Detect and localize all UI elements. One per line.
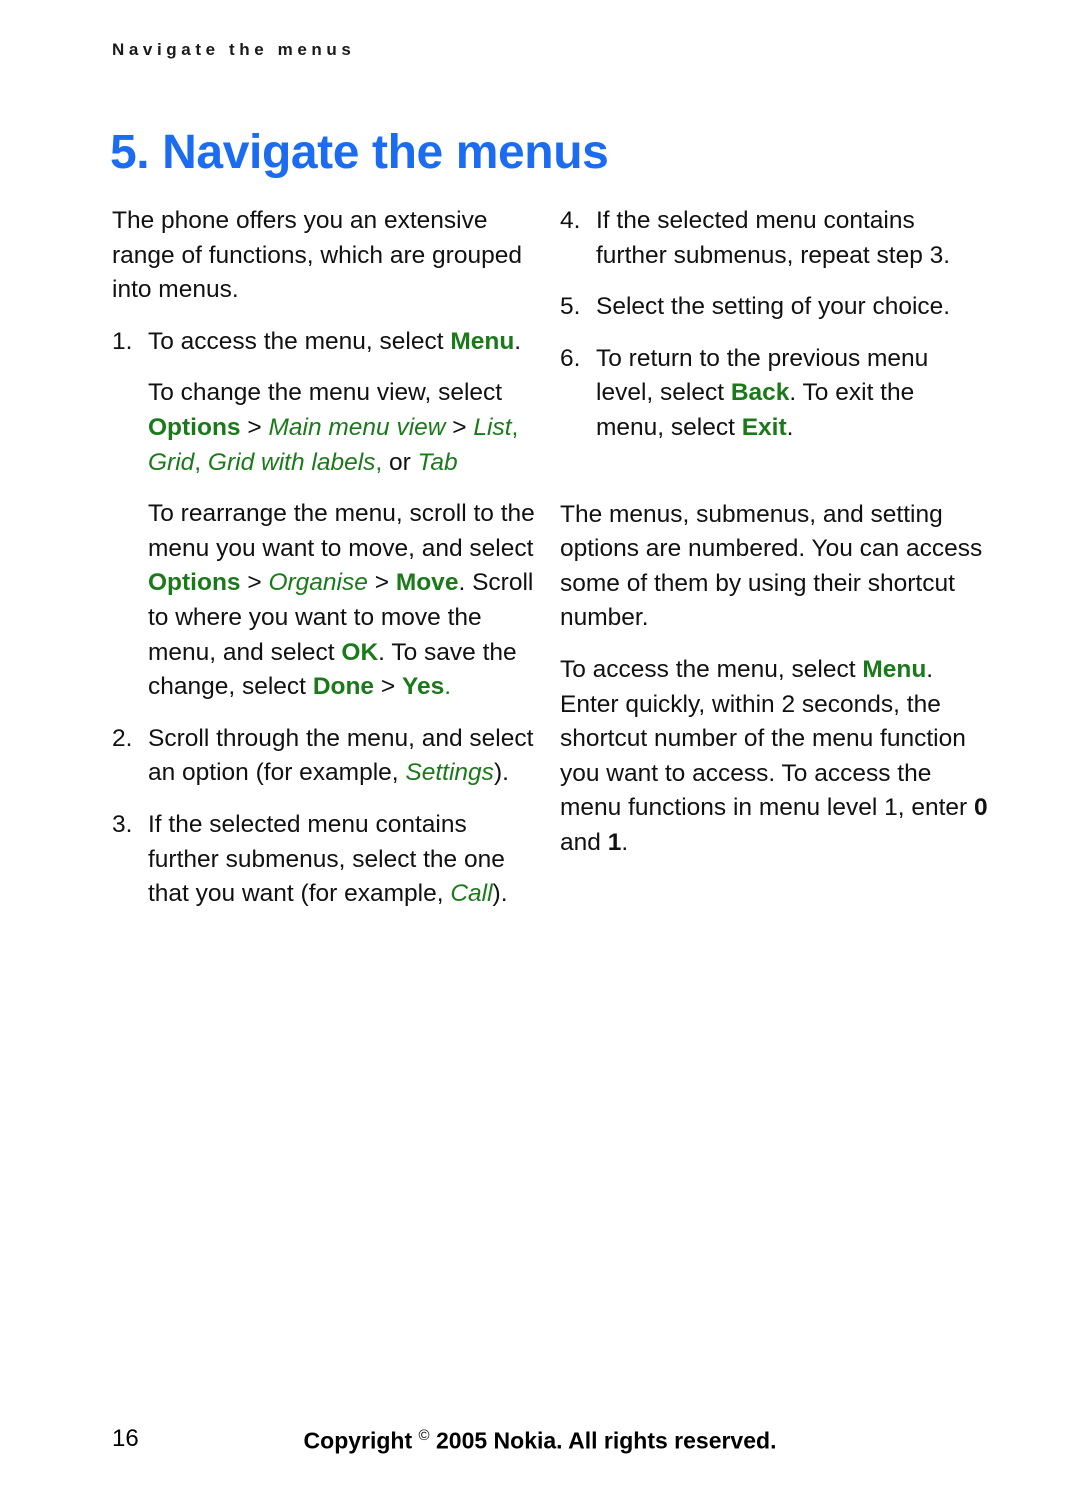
list-number: 1.: [112, 327, 133, 355]
shortcut-and: and: [560, 828, 608, 856]
emphasis-main-menu-view: Main menu view: [268, 413, 446, 441]
step-3-post: ).: [492, 880, 508, 908]
emphasis-grid-with-labels: Grid with labels: [207, 448, 376, 476]
intro-paragraph: The phone offers you an extensive range …: [112, 207, 522, 304]
step-1-text-post: .: [514, 327, 522, 355]
copyright-post: 2005 Nokia. All rights reserved.: [429, 1427, 777, 1454]
list-item-2: 2. Scroll through the menu, and select a…: [112, 722, 540, 791]
step-1-menu-view: To change the menu view, select Options …: [148, 376, 540, 480]
left-column: The phone offers you an extensive range …: [112, 204, 540, 929]
path-arrow: >: [445, 413, 474, 441]
step-4-text: If the selected menu contains further su…: [596, 207, 951, 269]
emphasis-move: Move: [395, 569, 459, 597]
path-arrow: >: [240, 413, 269, 441]
emphasis-options: Options: [148, 413, 241, 441]
right-column: 4. If the selected menu contains further…: [560, 204, 988, 878]
list-number: 2.: [112, 724, 133, 752]
emphasis-back: Back: [730, 379, 790, 407]
list-item-3: 3. If the selected menu contains further…: [112, 808, 540, 912]
step-1-line-a: To access the menu, select Menu.: [148, 325, 540, 360]
emphasis-tab: Tab: [417, 448, 458, 476]
list-number: 4.: [560, 207, 581, 234]
emphasis-menu: Menu: [450, 327, 515, 355]
emphasis-ok: OK: [341, 638, 379, 666]
copyright-notice: Copyright © 2005 Nokia. All rights reser…: [0, 1427, 1080, 1455]
separator-comma: ,: [194, 448, 208, 476]
emphasis-call: Call: [450, 880, 493, 908]
emphasis-options: Options: [148, 569, 241, 597]
emphasis-list: List: [473, 413, 512, 441]
copyright-symbol: ©: [418, 1427, 430, 1444]
conjunction-or: or: [382, 448, 418, 476]
shortcut-pre: To access the menu, select: [560, 655, 863, 683]
numbered-menus-paragraph: The menus, submenus, and setting options…: [560, 500, 983, 632]
list-number: 6.: [560, 344, 581, 372]
emphasis-organise: Organise: [268, 569, 368, 597]
list-item-4: 4. If the selected menu contains further…: [560, 204, 988, 273]
menu-view-lead: To change the menu view, select: [148, 379, 503, 407]
copyright-pre: Copyright: [303, 1427, 419, 1454]
emphasis-menu: Menu: [862, 655, 927, 683]
page-title: 5. Navigate the menus: [110, 126, 609, 180]
shortcut-paragraph: To access the menu, select Menu. Enter q…: [560, 653, 988, 861]
emphasis-settings: Settings: [405, 759, 494, 787]
running-header: Navigate the menus: [112, 40, 356, 59]
step-6-post: .: [786, 413, 794, 441]
step-1-text-pre: To access the menu, select: [148, 327, 451, 355]
list-number: 5.: [560, 293, 581, 321]
rearrange-lead: To rearrange the menu, scroll to the men…: [148, 500, 535, 562]
step-5-text: Select the setting of your choice.: [596, 293, 951, 321]
key-one: 1: [607, 828, 622, 856]
path-arrow: >: [374, 673, 402, 701]
emphasis-done: Done: [312, 673, 375, 701]
emphasis-yes: Yes: [401, 673, 445, 701]
page-footer: 16 Copyright © 2005 Nokia. All rights re…: [0, 1425, 1080, 1465]
document-page: Navigate the menus 5. Navigate the menus…: [0, 0, 1080, 1496]
sentence-period: .: [444, 673, 452, 701]
key-zero: 0: [974, 794, 988, 822]
list-item-6: 6. To return to the previous menu level,…: [560, 342, 988, 446]
step-1-rearrange: To rearrange the menu, scroll to the men…: [148, 497, 540, 705]
emphasis-grid: Grid: [148, 448, 195, 476]
path-arrow: >: [367, 569, 396, 597]
step-2-post: ).: [493, 759, 509, 787]
emphasis-exit: Exit: [741, 413, 787, 441]
shortcut-post: .: [621, 828, 629, 856]
list-item-1: 1. To access the menu, select Menu. To c…: [112, 325, 540, 705]
path-arrow: >: [240, 569, 269, 597]
separator-comma: ,: [511, 413, 519, 441]
list-number: 3.: [112, 810, 133, 838]
list-item-5: 5. Select the setting of your choice.: [560, 290, 988, 325]
